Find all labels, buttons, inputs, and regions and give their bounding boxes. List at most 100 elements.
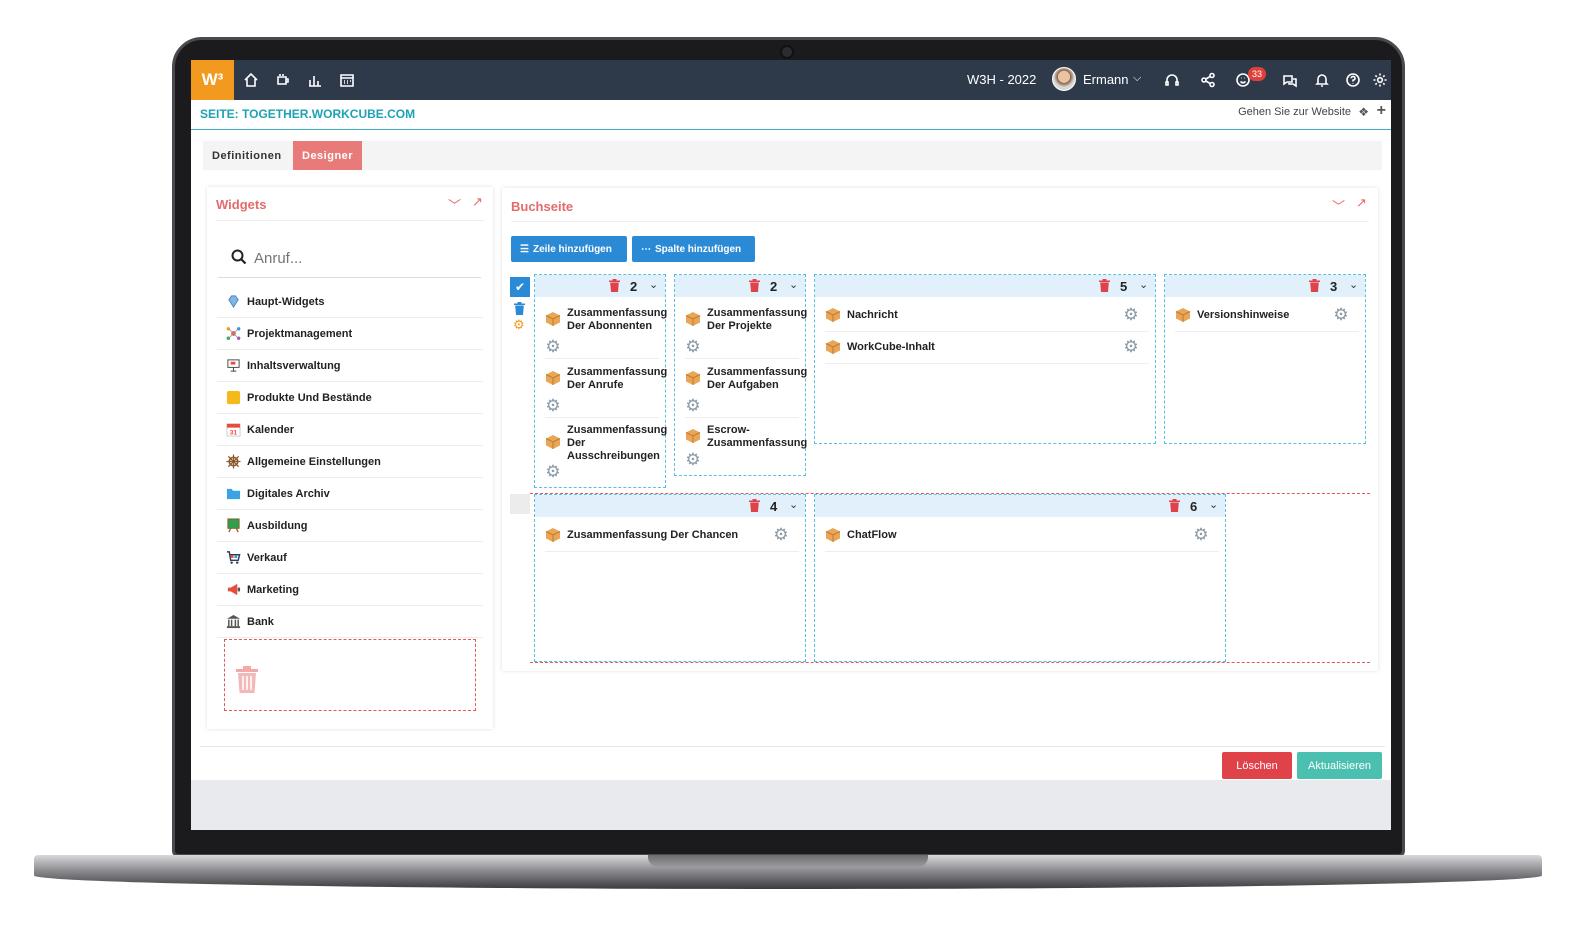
chart-icon[interactable] [305, 70, 325, 90]
gear-icon[interactable]: ⚙ [545, 463, 561, 480]
gear-icon[interactable]: ⚙ [773, 526, 789, 543]
layout-column[interactable]: 2 ⌄ Zusammenfassung Der Projekte ⚙ Zusamm… [674, 274, 807, 476]
chevron-down-icon[interactable]: ⌄ [1139, 278, 1148, 291]
home-icon[interactable] [241, 70, 261, 90]
placed-widget[interactable]: Zusammenfassung Der Projekte ⚙ [685, 305, 807, 359]
layout-column[interactable]: 4 ⌄ Zusammenfassung Der Chancen ⚙ [534, 494, 806, 662]
chevron-down-icon[interactable]: ⌄ [789, 278, 798, 291]
placed-widget[interactable]: Escrow- Zusammenfassung ⚙ [685, 422, 807, 472]
trash-icon[interactable] [609, 279, 620, 292]
widget-category-marketing[interactable]: Marketing [217, 574, 483, 606]
chevron-down-icon[interactable]: ⌄ [1349, 278, 1358, 291]
bank-icon [226, 614, 241, 629]
widget-name-line: Zusammenfassung [707, 307, 808, 319]
calendar-icon[interactable] [337, 70, 357, 90]
gear-icon[interactable]: ⚙ [685, 451, 701, 468]
user-avatar[interactable] [1052, 67, 1076, 91]
chevron-down-icon[interactable]: ⌄ [1209, 498, 1218, 511]
collapse-chevron-icon[interactable]: ﹀ [448, 195, 461, 214]
placed-widget[interactable]: Versionshinweise ⚙ [1175, 301, 1359, 332]
trash-icon[interactable] [1099, 279, 1110, 292]
placed-widget[interactable]: Zusammenfassung Der Ausschreibungen ⚙ [545, 422, 667, 484]
gear-icon[interactable]: ⚙ [1333, 306, 1349, 323]
widget-category-haupt-widgets[interactable]: Haupt-Widgets [217, 286, 483, 318]
layout-column[interactable]: 5 ⌄ Nachricht ⚙ WorkCube-Inhalt ⚙ [814, 274, 1156, 444]
trash-icon[interactable] [514, 302, 525, 315]
widget-category-list: Haupt-Widgets Projektmanagement Inhaltsv… [217, 286, 483, 638]
headset-icon[interactable] [1162, 70, 1182, 90]
trash-icon[interactable] [1309, 279, 1320, 292]
expand-icon[interactable]: ↗ [472, 194, 483, 210]
placed-widget[interactable]: ChatFlow ⚙ [825, 521, 1219, 552]
user-name[interactable]: Ermann [1083, 72, 1129, 87]
widget-category-inhaltsverwaltung[interactable]: Inhaltsverwaltung [217, 350, 483, 382]
gear-icon[interactable]: ⚙ [685, 338, 701, 355]
row-handle[interactable] [510, 494, 530, 514]
gear-icon[interactable]: ⚙ [1123, 306, 1139, 323]
help-icon[interactable] [1343, 70, 1363, 90]
trash-icon[interactable] [1169, 499, 1180, 512]
layout-column[interactable]: 3 ⌄ Versionshinweise ⚙ [1164, 274, 1366, 444]
puzzle-icon[interactable]: ❖ [1358, 105, 1369, 119]
coffee-icon[interactable] [273, 70, 293, 90]
placed-widget[interactable]: Zusammenfassung Der Abonnenten ⚙ [545, 305, 667, 359]
placed-widget[interactable]: Nachricht ⚙ [825, 301, 1149, 332]
delete-button[interactable]: Löschen [1222, 752, 1292, 779]
goto-website-link[interactable]: Gehen Sie zur Website [1238, 106, 1351, 118]
page-header: SEITE: TOGETHER.WORKCUBE.COM Gehen Sie z… [191, 100, 1391, 130]
company-selector[interactable]: W3H - 2022 [967, 72, 1036, 87]
layout-column[interactable]: 2 ⌄ Zusammenfassung Der Abonnenten ⚙ Zusa… [534, 274, 667, 488]
widget-search-input[interactable] [254, 250, 474, 267]
bell-icon[interactable] [1312, 70, 1332, 90]
placed-widget[interactable]: Zusammenfassung Der Aufgaben ⚙ [685, 364, 807, 418]
add-column-button[interactable]: ⋯ Spalte hinzufügen [632, 236, 755, 262]
widget-name: Nachricht [847, 309, 898, 321]
placed-widget[interactable]: Zusammenfassung Der Chancen ⚙ [545, 521, 799, 552]
column-width[interactable]: 5 [1120, 279, 1127, 294]
trash-icon [236, 666, 258, 693]
widget-category-ausbildung[interactable]: Ausbildung [217, 510, 483, 542]
gear-icon[interactable]: ⚙ [545, 397, 561, 414]
update-button[interactable]: Aktualisieren [1297, 752, 1382, 779]
column-width[interactable]: 2 [630, 279, 637, 294]
widget-category-bank[interactable]: Bank [217, 606, 483, 638]
chevron-down-icon[interactable]: ⌄ [649, 278, 658, 291]
collapse-chevron-icon[interactable]: ﹀ [1332, 196, 1345, 215]
widget-category-produkte[interactable]: Produkte Und Bestände [217, 382, 483, 414]
workcube-logo[interactable]: W³ [191, 60, 234, 100]
gear-icon[interactable]: ⚙ [1123, 338, 1139, 355]
widget-category-digitales-archiv[interactable]: Digitales Archiv [217, 478, 483, 510]
plus-icon[interactable]: + [1377, 102, 1386, 120]
tab-definitionen[interactable]: Definitionen [203, 141, 291, 170]
widget-category-projektmanagement[interactable]: Projektmanagement [217, 318, 483, 350]
gear-icon[interactable]: ⚙ [685, 397, 701, 414]
chevron-down-icon[interactable]: ⌵ [1133, 72, 1141, 85]
column-width[interactable]: 6 [1190, 499, 1197, 514]
layout-column[interactable]: 6 ⌄ ChatFlow ⚙ [814, 494, 1226, 662]
widget-category-kalender[interactable]: 31 Kalender [217, 414, 483, 446]
placed-widget[interactable]: Zusammenfassung Der Anrufe ⚙ [545, 364, 667, 418]
trash-drop-zone[interactable] [224, 639, 476, 711]
share-icon[interactable] [1198, 70, 1218, 90]
placed-widget[interactable]: WorkCube-Inhalt ⚙ [825, 333, 1149, 364]
box-icon [685, 429, 701, 443]
chat-icon[interactable] [1280, 70, 1300, 90]
expand-icon[interactable]: ↗ [1356, 195, 1367, 211]
column-width[interactable]: 4 [770, 499, 777, 514]
gear-icon[interactable]: ⚙ [1193, 526, 1209, 543]
select-row-checkbox[interactable]: ✔ [510, 277, 530, 297]
gear-icon[interactable] [1370, 70, 1390, 90]
box-icon [685, 312, 701, 326]
trash-icon[interactable] [749, 279, 760, 292]
chevron-down-icon[interactable]: ⌄ [789, 498, 798, 511]
column-width[interactable]: 2 [770, 279, 777, 294]
widget-category-einstellungen[interactable]: Allgemeine Einstellungen [217, 446, 483, 478]
trash-icon[interactable] [749, 499, 760, 512]
add-row-button[interactable]: ☰ Zeile hinzufügen [511, 236, 627, 262]
widget-category-label: Produkte Und Bestände [247, 391, 372, 404]
column-width[interactable]: 3 [1330, 279, 1337, 294]
widget-category-verkauf[interactable]: Verkauf [217, 542, 483, 574]
tab-designer[interactable]: Designer [293, 141, 363, 170]
gear-icon[interactable]: ⚙ [545, 338, 561, 355]
gear-icon[interactable]: ⚙ [513, 317, 525, 333]
